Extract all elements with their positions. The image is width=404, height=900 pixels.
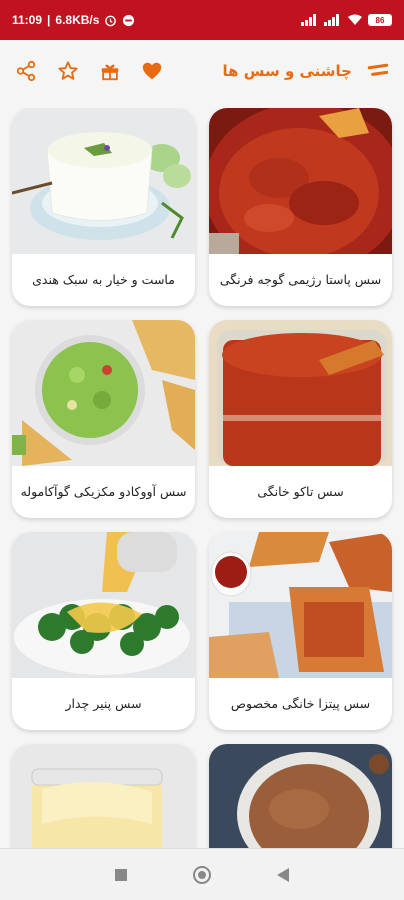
header-actions	[14, 59, 164, 83]
recipe-card[interactable]: سس آووکادو مکزیکی گوآکاموله	[12, 320, 195, 518]
recipe-title: سس پنیر چدار	[65, 695, 142, 711]
home-button[interactable]	[187, 860, 217, 890]
recipe-card[interactable]: سس تاکو خانگی	[209, 320, 392, 518]
recipe-grid: سس پاستا رژیمی گوجه فرنگی ماست و خیار به…	[0, 108, 404, 848]
battery-icon: 86	[368, 14, 392, 26]
recipe-card[interactable]: سس پیتزا خانگی مخصوص	[209, 532, 392, 730]
recipe-image-yogurt-cucumber	[12, 108, 195, 254]
recipe-card[interactable]	[12, 744, 195, 848]
gift-icon[interactable]	[98, 59, 122, 83]
status-time: 11:09	[12, 13, 43, 27]
alarm-icon	[104, 14, 117, 27]
wifi-icon	[347, 14, 363, 26]
recipe-image-pizza-sauce	[209, 532, 392, 678]
heart-icon[interactable]	[140, 59, 164, 83]
status-right: 86	[301, 14, 392, 26]
recipe-image-guacamole	[12, 320, 195, 466]
recipe-card[interactable]: ماست و خیار به سبک هندی	[12, 108, 195, 306]
recipe-image-cheddar-sauce	[12, 532, 195, 678]
recipe-card[interactable]: سس پنیر چدار	[12, 532, 195, 730]
recent-apps-button[interactable]	[106, 860, 136, 890]
battery-level: 86	[375, 15, 385, 25]
recipe-card[interactable]	[209, 744, 392, 848]
recipe-image-spice	[209, 744, 392, 848]
notification-icon	[122, 14, 135, 27]
recipe-title: سس تاکو خانگی	[257, 483, 344, 499]
share-icon[interactable]	[14, 59, 38, 83]
system-nav-bar	[0, 848, 404, 900]
page-title: چاشنی و سس ها	[222, 62, 352, 80]
status-left: 11:09 | 6.8KB/s	[12, 13, 135, 27]
recipe-image-cheese-jar	[12, 744, 195, 848]
header-right: چاشنی و سس ها	[223, 59, 390, 83]
recipe-image-taco-sauce	[209, 320, 392, 466]
status-separator: |	[47, 13, 51, 27]
signal-icon-2	[324, 14, 342, 26]
status-speed: 6.8KB/s	[55, 13, 100, 27]
recipe-title: ماست و خیار به سبک هندی	[32, 271, 175, 287]
menu-icon[interactable]	[366, 59, 390, 83]
signal-icon	[301, 14, 319, 26]
app-header: چاشنی و سس ها	[0, 40, 404, 102]
recipe-card[interactable]: سس پاستا رژیمی گوجه فرنگی	[209, 108, 392, 306]
recipe-title: سس پاستا رژیمی گوجه فرنگی	[219, 271, 382, 287]
back-button[interactable]	[268, 860, 298, 890]
recipe-title: سس آووکادو مکزیکی گوآکاموله	[20, 483, 187, 499]
recipe-image-pasta-sauce	[209, 108, 392, 254]
recipe-title: سس پیتزا خانگی مخصوص	[230, 695, 371, 711]
status-bar: 11:09 | 6.8KB/s 86	[0, 0, 404, 40]
star-icon[interactable]	[56, 59, 80, 83]
